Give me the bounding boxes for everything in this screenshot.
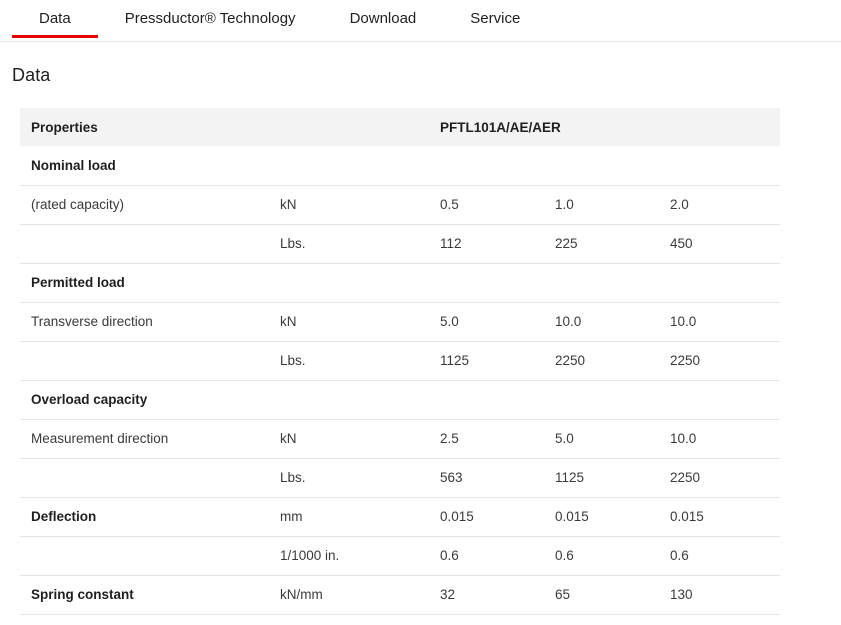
- table-row: Transverse directionkN5.010.010.0: [20, 302, 780, 341]
- tab-data[interactable]: Data: [12, 0, 98, 26]
- cell-value-1: [440, 146, 555, 185]
- table-header-row: Properties PFTL101A/AE/AER: [20, 108, 780, 146]
- cell-unit: Lbs.: [280, 224, 440, 263]
- cell-value-3: [670, 380, 780, 419]
- cell-value-2: 65: [555, 575, 670, 614]
- cell-value-3: 130: [670, 575, 780, 614]
- cell-value-3: 0.015: [670, 497, 780, 536]
- active-tab-indicator: [12, 35, 98, 38]
- cell-property: [20, 224, 280, 263]
- cell-value-2: 0.015: [555, 497, 670, 536]
- cell-value-2: 2250: [555, 341, 670, 380]
- table-row: Measurement directionkN2.55.010.0: [20, 419, 780, 458]
- column-header-model: PFTL101A/AE/AER: [440, 108, 555, 146]
- cell-unit: [280, 380, 440, 419]
- cell-value-1: 0.5: [440, 185, 555, 224]
- cell-value-2: 1125: [555, 458, 670, 497]
- cell-property: Spring constant: [20, 575, 280, 614]
- table-row: Permitted load: [20, 263, 780, 302]
- cell-property: Overload capacity: [20, 380, 280, 419]
- cell-value-2: 1.0: [555, 185, 670, 224]
- cell-property: Measurement direction: [20, 419, 280, 458]
- cell-value-1: 32: [440, 575, 555, 614]
- cell-value-2: [555, 380, 670, 419]
- cell-value-1: 563: [440, 458, 555, 497]
- cell-value-2: [555, 146, 670, 185]
- cell-value-1: 112: [440, 224, 555, 263]
- specifications-table: Properties PFTL101A/AE/AER Nominal load(…: [20, 108, 780, 615]
- cell-value-1: 0.015: [440, 497, 555, 536]
- cell-value-3: 0.6: [670, 536, 780, 575]
- cell-value-3: 2.0: [670, 185, 780, 224]
- cell-value-3: 10.0: [670, 302, 780, 341]
- cell-value-3: [670, 263, 780, 302]
- cell-value-2: 225: [555, 224, 670, 263]
- cell-value-2: 10.0: [555, 302, 670, 341]
- cell-unit: Lbs.: [280, 341, 440, 380]
- data-table-container: Properties PFTL101A/AE/AER Nominal load(…: [20, 108, 780, 615]
- tab-pressductor-technology-label: Pressductor® Technology: [98, 11, 323, 26]
- cell-value-2: 5.0: [555, 419, 670, 458]
- table-row: Lbs.112522502250: [20, 341, 780, 380]
- table-row: Nominal load: [20, 146, 780, 185]
- cell-property: [20, 458, 280, 497]
- table-row: Deflectionmm0.0150.0150.015: [20, 497, 780, 536]
- cell-property: Deflection: [20, 497, 280, 536]
- table-row: Lbs.112225450: [20, 224, 780, 263]
- cell-value-2: 0.6: [555, 536, 670, 575]
- cell-unit: 1/1000 in.: [280, 536, 440, 575]
- cell-property: Transverse direction: [20, 302, 280, 341]
- cell-unit: kN: [280, 185, 440, 224]
- tab-download[interactable]: Download: [323, 0, 444, 26]
- column-header-blank-1: [555, 108, 670, 146]
- cell-value-3: 2250: [670, 458, 780, 497]
- tab-download-label: Download: [323, 11, 444, 26]
- cell-property: Nominal load: [20, 146, 280, 185]
- column-header-properties: Properties: [20, 108, 280, 146]
- cell-unit: kN: [280, 302, 440, 341]
- cell-unit: Lbs.: [280, 458, 440, 497]
- cell-property: [20, 536, 280, 575]
- tab-service-label: Service: [443, 11, 547, 26]
- cell-value-1: [440, 380, 555, 419]
- cell-value-3: [670, 146, 780, 185]
- tab-service[interactable]: Service: [443, 0, 547, 26]
- cell-value-1: 0.6: [440, 536, 555, 575]
- cell-unit: kN: [280, 419, 440, 458]
- tab-bar: Data Pressductor® Technology Download Se…: [0, 0, 841, 42]
- table-row: Lbs.56311252250: [20, 458, 780, 497]
- cell-unit: [280, 146, 440, 185]
- cell-value-1: [440, 263, 555, 302]
- cell-property: (rated capacity): [20, 185, 280, 224]
- cell-property: Permitted load: [20, 263, 280, 302]
- cell-value-1: 5.0: [440, 302, 555, 341]
- table-header: Properties PFTL101A/AE/AER: [20, 108, 780, 146]
- column-header-blank-2: [670, 108, 780, 146]
- tab-pressductor-technology[interactable]: Pressductor® Technology: [98, 0, 323, 26]
- table-row: Spring constantkN/mm3265130: [20, 575, 780, 614]
- table-body: Nominal load(rated capacity)kN0.51.02.0L…: [20, 146, 780, 614]
- cell-unit: [280, 263, 440, 302]
- tab-data-label: Data: [12, 11, 98, 26]
- cell-property: [20, 341, 280, 380]
- cell-value-3: 450: [670, 224, 780, 263]
- cell-value-3: 10.0: [670, 419, 780, 458]
- page-title: Data: [12, 65, 841, 86]
- cell-value-1: 2.5: [440, 419, 555, 458]
- cell-value-1: 1125: [440, 341, 555, 380]
- cell-unit: mm: [280, 497, 440, 536]
- table-row: (rated capacity)kN0.51.02.0: [20, 185, 780, 224]
- column-header-unit: [280, 108, 440, 146]
- cell-value-2: [555, 263, 670, 302]
- cell-unit: kN/mm: [280, 575, 440, 614]
- table-row: Overload capacity: [20, 380, 780, 419]
- cell-value-3: 2250: [670, 341, 780, 380]
- table-row: 1/1000 in.0.60.60.6: [20, 536, 780, 575]
